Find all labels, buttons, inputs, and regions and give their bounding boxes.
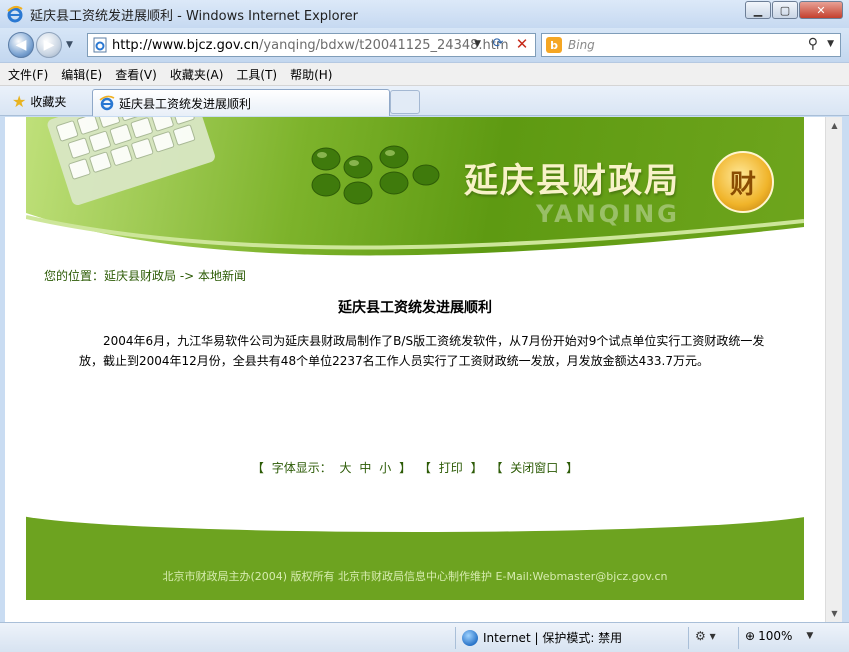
bracket-open: 【 — [251, 461, 264, 475]
font-large-link[interactable]: 大 — [340, 461, 352, 475]
minimize-button[interactable]: ▁ — [745, 1, 771, 19]
status-separator — [455, 627, 456, 649]
footer-wave — [26, 510, 804, 532]
new-tab-button[interactable] — [390, 90, 420, 114]
close-button[interactable]: ✕ — [799, 1, 843, 19]
search-box[interactable]: b Bing ⚲ ▼ — [541, 33, 841, 57]
window-frame-right — [842, 117, 849, 622]
font-size-label: 字体显示： — [271, 461, 332, 475]
status-bar: Internet | 保护模式: 禁用 ⚙ ▾ ⊕ 100% ▼ — [0, 622, 849, 652]
back-button[interactable]: ◀ — [8, 32, 34, 58]
back-arrow-icon: ◀ — [15, 37, 27, 53]
security-zone-label: Internet | 保护模式: 禁用 — [483, 631, 623, 645]
title-bar: 延庆县工资统发进展顺利 - Windows Internet Explorer … — [0, 0, 849, 28]
banner-artwork — [26, 117, 804, 265]
breadcrumb: 您的位置：延庆县财政局 -> 本地新闻 — [44, 269, 247, 283]
scroll-up-icon[interactable]: ▲ — [826, 117, 843, 134]
address-bar[interactable]: http://www.bjcz.gov.cn/yanqing/bdxw/t200… — [87, 33, 536, 57]
menu-bar: 文件(F) 编辑(E) 查看(V) 收藏夹(A) 工具(T) 帮助(H) — [0, 62, 849, 86]
bracket-close: 】 — [399, 461, 412, 475]
favorites-label: 收藏夹 — [30, 95, 67, 109]
footer-copyright: 北京市财政局主办(2004) 版权所有 北京市财政局信息中心制作维护 E-Mai… — [162, 570, 668, 583]
window-title: 延庆县工资统发进展顺利 - Windows Internet Explorer — [30, 8, 358, 24]
status-separator — [688, 627, 689, 649]
font-medium-link[interactable]: 中 — [359, 461, 371, 475]
tab-title: 延庆县工资统发进展顺利 — [119, 96, 252, 111]
finance-emblem-icon: 财 — [712, 151, 774, 213]
site-pinyin: YANQING — [536, 200, 680, 228]
search-input[interactable]: Bing — [568, 38, 595, 52]
font-small-link[interactable]: 小 — [379, 461, 391, 475]
menu-tools[interactable]: 工具(T) — [236, 66, 277, 83]
article-tools: 【 字体显示： 大 中 小 】 【 打印 】 【 关闭窗口 】 — [26, 459, 804, 476]
article-body: 2004年6月，九江华易软件公司为延庆县财政局制作了B/S版工资统发软件，从7月… — [79, 334, 765, 368]
history-dropdown-icon[interactable]: ▼ — [66, 40, 73, 50]
bracket-close: 】 — [470, 461, 483, 475]
status-tools-icon[interactable]: ⚙ ▾ — [695, 629, 716, 643]
maximize-button[interactable]: ▢ — [772, 1, 798, 19]
bracket-open: 【 — [418, 461, 431, 475]
globe-icon — [462, 629, 478, 646]
print-link[interactable]: 打印 — [439, 461, 463, 475]
zoom-dropdown-icon[interactable]: ▼ — [806, 631, 813, 641]
forward-button[interactable]: ▶ — [36, 32, 62, 58]
tab-active[interactable]: 延庆县工资统发进展顺利 — [92, 89, 390, 116]
url-path: /yanqing/bdxw/t20041125_24348.htm — [259, 37, 509, 53]
vertical-scrollbar[interactable]: ▲ ▼ — [825, 117, 842, 622]
favorites-star-icon: ★ — [12, 92, 27, 111]
zoom-icon: ⊕ — [745, 629, 756, 643]
tab-ie-icon — [99, 95, 115, 111]
menu-help[interactable]: 帮助(H) — [290, 66, 332, 83]
forward-arrow-icon: ▶ — [43, 37, 55, 53]
refresh-icon[interactable]: ⟳ — [487, 36, 509, 54]
scroll-down-icon[interactable]: ▼ — [826, 605, 843, 622]
search-dropdown-icon[interactable]: ▼ — [827, 39, 834, 49]
site-footer: 北京市财政局主办(2004) 版权所有 北京市财政局信息中心制作维护 E-Mai… — [26, 510, 804, 600]
site-name: 延庆县财政局 — [464, 161, 680, 201]
page-icon — [93, 37, 107, 53]
security-zone[interactable]: Internet | 保护模式: 禁用 — [462, 629, 622, 646]
page-viewport: 延庆县财政局 YANQING 财 您的位置：延庆县财政局 -> 本地新闻 延庆县… — [5, 117, 825, 622]
bracket-open: 【 — [490, 461, 503, 475]
favorites-bar: ★ 收藏夹 延庆县工资统发进展顺利 — [0, 86, 849, 116]
ie-logo-icon — [7, 5, 23, 23]
menu-view[interactable]: 查看(V) — [115, 66, 157, 83]
menu-file[interactable]: 文件(F) — [8, 66, 48, 83]
zoom-control[interactable]: ⊕ 100% ▼ — [745, 629, 813, 643]
close-window-link[interactable]: 关闭窗口 — [510, 461, 558, 475]
navigation-bar: ◀ ▶ ▼ http://www.bjcz.gov.cn/yanqing/bdx… — [0, 28, 849, 62]
address-dropdown-icon[interactable]: ▼ — [474, 39, 481, 49]
url-host: http://www.bjcz.gov.cn — [112, 37, 260, 53]
menu-edit[interactable]: 编辑(E) — [61, 66, 102, 83]
bracket-close: 】 — [566, 461, 579, 475]
zoom-level: 100% — [758, 629, 793, 643]
web-page: 延庆县财政局 YANQING 财 您的位置：延庆县财政局 -> 本地新闻 延庆县… — [26, 117, 804, 600]
status-separator — [738, 627, 739, 649]
site-banner: 延庆县财政局 YANQING 财 — [26, 117, 804, 265]
bing-logo-icon: b — [546, 37, 562, 53]
menu-favorites[interactable]: 收藏夹(A) — [170, 66, 224, 83]
article-title: 延庆县工资统发进展顺利 — [338, 300, 492, 316]
stop-icon[interactable]: ✕ — [513, 35, 531, 53]
favorites-button[interactable]: ★ 收藏夹 — [12, 92, 66, 111]
search-icon[interactable]: ⚲ — [808, 36, 818, 52]
